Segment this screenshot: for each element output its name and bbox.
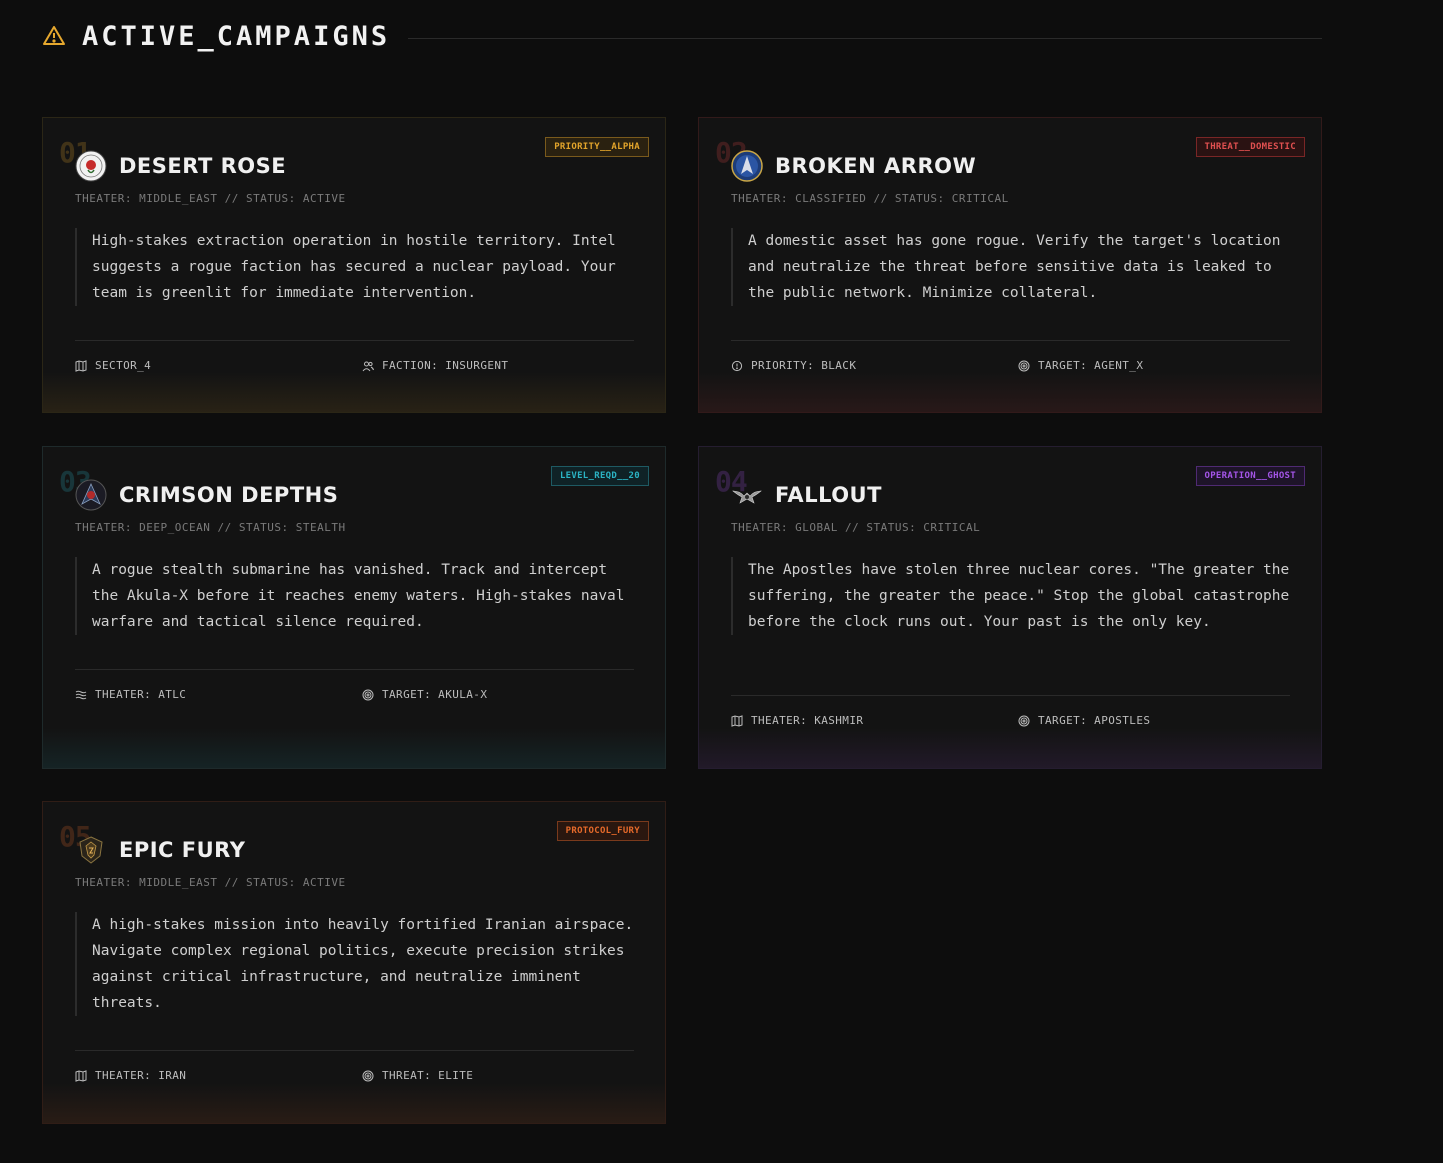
footer-left-label: THEATER: IRAN <box>95 1069 187 1082</box>
target-icon <box>1018 360 1030 371</box>
footer-right-label: TARGET: AGENT_X <box>1038 359 1144 372</box>
card-glow <box>43 1083 665 1123</box>
target-icon <box>1018 715 1030 726</box>
broken-arrow-emblem-icon <box>731 150 763 182</box>
protocol-badge: PROTOCOL_FURY <box>556 821 649 841</box>
campaign-description: A rogue stealth submarine has vanished. … <box>75 557 635 635</box>
footer-right-label: THREAT: ELITE <box>382 1069 474 1082</box>
level-badge: LEVEL_REQD__20 <box>550 466 649 486</box>
operation-badge: OPERATION__GHOST <box>1195 466 1305 486</box>
footer-right: TARGET: APOSTLES <box>1018 714 1150 727</box>
desert-rose-emblem-icon <box>75 150 107 182</box>
footer-left: THEATER: ATLC <box>75 688 186 701</box>
fallout-emblem-icon <box>732 490 762 504</box>
footer-left-label: THEATER: ATLC <box>95 688 187 701</box>
card-glow <box>43 372 665 412</box>
page-title: ACTIVE_CAMPAIGNS <box>82 20 391 52</box>
footer-right-label: TARGET: AKULA-X <box>382 688 488 701</box>
map-icon <box>75 359 87 372</box>
warning-icon <box>43 26 65 45</box>
footer-right: THREAT: ELITE <box>362 1069 473 1082</box>
campaign-title: DESERT ROSE <box>119 154 287 178</box>
footer-left: THEATER: KASHMIR <box>731 714 863 727</box>
footer-left-label: PRIORITY: BLACK <box>751 359 857 372</box>
waves-icon <box>75 690 87 699</box>
card-divider <box>75 340 634 341</box>
threat-badge: THREAT__DOMESTIC <box>1195 137 1305 157</box>
card-glow <box>699 372 1321 412</box>
footer-left: PRIORITY: BLACK <box>731 359 856 372</box>
campaign-meta: THEATER: DEEP_OCEAN // STATUS: STEALTH <box>75 521 346 534</box>
footer-right: FACTION: INSURGENT <box>362 359 508 372</box>
crimson-depths-emblem-icon <box>75 479 107 511</box>
campaign-title: BROKEN ARROW <box>775 154 977 178</box>
campaign-meta: THEATER: MIDDLE_EAST // STATUS: ACTIVE <box>75 192 346 205</box>
card-divider <box>731 340 1290 341</box>
campaign-description: The Apostles have stolen three nuclear c… <box>731 557 1291 635</box>
campaign-card-epic-fury[interactable]: 05 EPIC FURY THEATER: MIDDLE_EAST // STA… <box>42 801 666 1124</box>
header-divider <box>408 37 1322 39</box>
campaign-meta: THEATER: GLOBAL // STATUS: CRITICAL <box>731 521 981 534</box>
campaign-card-broken-arrow[interactable]: 02 BROKEN ARROW THEATER: CLASSIFIED // S… <box>698 117 1322 413</box>
target-icon <box>362 1070 374 1081</box>
campaign-description: High-stakes extraction operation in host… <box>75 228 635 306</box>
campaign-card-fallout[interactable]: 04 FALLOUT THEATER: GLOBAL // STATUS: CR… <box>698 446 1322 769</box>
epic-fury-emblem-icon <box>79 836 103 864</box>
shield-icon <box>731 360 743 371</box>
footer-right-label: TARGET: APOSTLES <box>1038 714 1151 727</box>
card-divider <box>75 669 634 670</box>
campaign-title: FALLOUT <box>775 483 882 507</box>
campaign-description: A domestic asset has gone rogue. Verify … <box>731 228 1291 306</box>
campaign-description: A high-stakes mission into heavily forti… <box>75 912 635 1016</box>
card-glow <box>699 728 1321 768</box>
card-glow <box>43 728 665 768</box>
campaign-card-crimson-depths[interactable]: 03 CRIMSON DEPTHS THEATER: DEEP_OCEAN //… <box>42 446 666 769</box>
page-header: ACTIVE_CAMPAIGNS <box>42 18 1322 54</box>
target-icon <box>362 689 374 700</box>
footer-left-label: THEATER: KASHMIR <box>751 714 864 727</box>
footer-right-label: FACTION: INSURGENT <box>382 359 509 372</box>
campaign-meta: THEATER: CLASSIFIED // STATUS: CRITICAL <box>731 192 1009 205</box>
map-icon <box>731 714 743 727</box>
map-icon <box>75 1069 87 1082</box>
footer-left-label: SECTOR_4 <box>95 359 152 372</box>
users-icon <box>362 361 374 371</box>
campaign-title: EPIC FURY <box>119 838 246 862</box>
footer-left: THEATER: IRAN <box>75 1069 186 1082</box>
campaign-meta: THEATER: MIDDLE_EAST // STATUS: ACTIVE <box>75 876 346 889</box>
card-divider <box>731 695 1290 696</box>
footer-right: TARGET: AGENT_X <box>1018 359 1143 372</box>
footer-right: TARGET: AKULA-X <box>362 688 487 701</box>
campaign-card-desert-rose[interactable]: 01 DESERT ROSE THEATER: MIDDLE_EAST // S… <box>42 117 666 413</box>
campaign-title: CRIMSON DEPTHS <box>119 483 339 507</box>
card-divider <box>75 1050 634 1051</box>
footer-left: SECTOR_4 <box>75 359 151 372</box>
priority-badge: PRIORITY__ALPHA <box>545 137 649 157</box>
